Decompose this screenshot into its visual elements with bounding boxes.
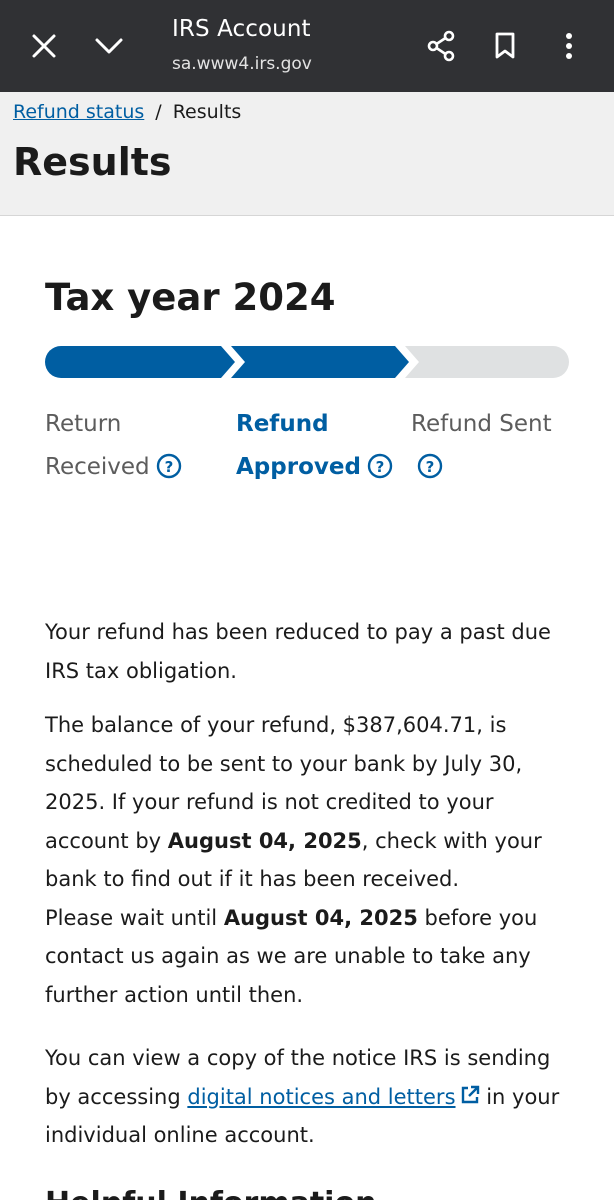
step-label-line2: Received xyxy=(45,454,150,480)
svg-text:?: ? xyxy=(376,458,385,476)
breadcrumb-current: Results xyxy=(172,101,242,123)
svg-text:?: ? xyxy=(426,458,435,476)
browser-title: IRS Account xyxy=(172,16,311,42)
share-icon[interactable] xyxy=(421,26,461,66)
breadcrumb-separator: / xyxy=(155,101,162,123)
step-label-line1: Return xyxy=(45,411,122,437)
help-circle-icon[interactable]: ? xyxy=(417,453,443,479)
step-refund-approved: Refund Approved? xyxy=(236,403,406,489)
bookmark-icon[interactable] xyxy=(485,26,525,66)
browser-url[interactable]: sa.www4.irs.gov xyxy=(172,54,312,74)
progress-segment-refund-sent xyxy=(405,346,569,378)
close-icon[interactable] xyxy=(24,26,64,66)
external-link-icon[interactable] xyxy=(460,1085,480,1105)
digital-notices-link[interactable]: digital notices and letters xyxy=(187,1085,455,1109)
step-label-line1: Refund Sent xyxy=(411,411,552,437)
help-circle-icon[interactable]: ? xyxy=(156,453,182,479)
tax-year-heading: Tax year 2024 xyxy=(45,276,336,319)
step-return-received: Return Received? xyxy=(45,403,215,489)
refund-reduced-message: Your refund has been reduced to pay a pa… xyxy=(45,620,551,683)
breadcrumb-link-refund-status[interactable]: Refund status xyxy=(13,101,144,123)
refund-balance-message: The balance of your refund, $387,604.71,… xyxy=(45,706,575,1014)
more-vert-icon[interactable] xyxy=(549,26,589,66)
notice-message: You can view a copy of the notice IRS is… xyxy=(45,1039,575,1155)
browser-toolbar: IRS Account sa.www4.irs.gov xyxy=(0,0,614,92)
breadcrumb: Refund status / Results xyxy=(13,101,241,123)
refund-progress-bar xyxy=(45,346,569,378)
date-bold: August 04, 2025 xyxy=(223,905,418,930)
progress-segment-refund-approved xyxy=(231,346,409,378)
svg-text:?: ? xyxy=(164,458,173,476)
step-label-line2: Approved xyxy=(236,454,361,480)
help-circle-icon[interactable]: ? xyxy=(367,453,393,479)
page-title: Results xyxy=(13,140,172,184)
step-label-line1: Refund xyxy=(236,411,329,437)
date-bold: August 04, 2025 xyxy=(167,828,362,853)
page-header: Refund status / Results Results xyxy=(0,92,614,216)
text: Please wait until xyxy=(45,905,224,930)
step-refund-sent: Refund Sent ? xyxy=(411,403,611,489)
helpful-information-heading: Helpful Information xyxy=(45,1186,376,1200)
progress-segment-return-received xyxy=(45,346,235,378)
chevron-down-icon[interactable] xyxy=(89,26,129,66)
